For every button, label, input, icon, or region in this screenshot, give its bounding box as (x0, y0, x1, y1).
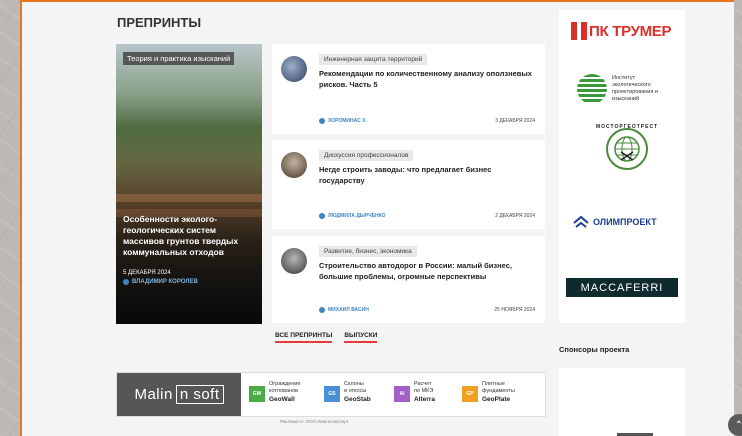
article-author[interactable]: ХОРОМИНАС Х. (319, 118, 367, 124)
featured-author-name: ВЛАДИМИР КОРОЛЕВ (132, 279, 198, 285)
sponsors-title: Спонсоры проекта (559, 345, 630, 354)
partners-sidebar: ПК ТРУМЕР Институт экологического проект… (559, 10, 685, 323)
globe-grid-icon (614, 136, 640, 162)
article-title[interactable]: Рекомендации по количественному анализу … (319, 68, 534, 90)
author-icon (319, 307, 325, 313)
article-author[interactable]: МИХАИЛ ВАСИН (319, 307, 369, 313)
brand-right: n soft (175, 385, 224, 404)
author-icon (123, 279, 129, 285)
trumer-mark-icon (571, 22, 587, 40)
mostorgeotrest-logo[interactable] (606, 128, 648, 170)
article-card[interactable]: Инженерная защита территорий Рекомендаци… (272, 44, 545, 134)
trumer-logo[interactable]: ПК ТРУМЕР (571, 22, 672, 40)
all-preprints-link[interactable]: ВСЕ ПРЕПРИНТЫ (275, 332, 333, 343)
article-date: 3 ДЕКАБРЯ 2024 (495, 118, 535, 124)
product-text: Склоны и откосы GeoStab (344, 381, 371, 403)
olimproekt-logo[interactable]: ОЛИМПРОЕКТ (573, 215, 657, 229)
featured-tag[interactable]: Теория и практика изысканий (123, 52, 235, 65)
product-line1: Склоны (344, 381, 364, 387)
malin-soft-logo[interactable]: Malin n soft (117, 373, 241, 416)
product-name: GeoWall (269, 396, 295, 403)
brand-left: Malin (134, 386, 173, 403)
product-alterra[interactable]: AI Расчет по МКЭ Alterra (394, 381, 435, 403)
preprint-links: ВСЕ ПРЕПРИНТЫ ВЫПУСКИ (275, 332, 378, 343)
article-date: 2 ДЕКАБРЯ 2024 (495, 213, 535, 219)
product-text: Расчет по МКЭ Alterra (414, 381, 435, 403)
featured-date: 5 ДЕКАБРЯ 2024 (123, 270, 171, 276)
author-icon (319, 213, 325, 219)
product-line2: по МКЭ (414, 388, 434, 394)
article-thumbnail (281, 248, 307, 274)
product-geoplate[interactable]: GP Плитные фундаменты GeoPlate (462, 381, 515, 403)
product-badge: AI (394, 386, 410, 402)
article-card[interactable]: Развитие, бизнес, экономика Строительств… (272, 236, 545, 323)
field-stripe (116, 194, 262, 202)
institute-name: Институт экологического проектирования и… (612, 75, 658, 102)
olimp-mark-icon (573, 215, 589, 228)
product-line2: котлованов (269, 388, 299, 394)
product-name: GeoStab (344, 396, 371, 403)
article-card[interactable]: Дискуссия профессионалов Негде строить з… (272, 140, 545, 229)
product-name: Alterra (414, 396, 435, 403)
ad-note: Реклама 0+ ООО Инжгеоэксперт (280, 419, 349, 424)
article-title[interactable]: Негде строить заводы: что предлагает биз… (319, 164, 534, 186)
article-author-name: ХОРОМИНАС Х. (328, 118, 367, 124)
featured-title[interactable]: Особенности эколого-геологических систем… (123, 214, 257, 258)
product-text: Ограждение котлованов GeoWall (269, 381, 301, 403)
article-thumbnail (281, 56, 307, 82)
section-title: ПРЕПРИНТЫ (117, 15, 202, 30)
article-author[interactable]: ЛЮДМИЛА ДЫРЧЕНКО (319, 213, 386, 219)
product-geostab[interactable]: GS Склоны и откосы GeoStab (324, 381, 371, 403)
article-thumbnail (281, 152, 307, 178)
trumer-name: ПК ТРУМЕР (589, 22, 672, 40)
content-frame: ПРЕПРИНТЫ Теория и практика изысканий Ос… (20, 0, 734, 436)
product-badge: GW (249, 386, 265, 402)
article-tag[interactable]: Инженерная защита территорий (319, 54, 428, 65)
sponsor-box (559, 368, 685, 436)
maccaferri-logo[interactable]: MACCAFERRI (566, 278, 678, 297)
article-tag[interactable]: Развитие, бизнес, экономика (319, 246, 417, 257)
green-globe-icon (577, 74, 607, 104)
issues-link[interactable]: ВЫПУСКИ (344, 332, 378, 343)
article-date: 25 НОЯБРЯ 2024 (494, 307, 535, 313)
product-text: Плитные фундаменты GeoPlate (482, 381, 515, 403)
product-badge: GP (462, 386, 478, 402)
chevron-up-icon: ⌃ (734, 419, 742, 431)
featured-author[interactable]: ВЛАДИМИР КОРОЛЕВ (123, 279, 198, 285)
product-line1: Плитные (482, 381, 505, 387)
article-author-name: МИХАИЛ ВАСИН (328, 307, 369, 313)
product-line1: Ограждение (269, 381, 301, 387)
article-title[interactable]: Строительство автодорог в России: малый … (319, 260, 534, 282)
product-name: GeoPlate (482, 396, 511, 403)
product-line1: Расчет (414, 381, 432, 387)
institute-logo[interactable]: Институт экологического проектирования и… (577, 74, 668, 104)
author-icon (319, 118, 325, 124)
product-line2: и откосы (344, 388, 367, 394)
article-author-name: ЛЮДМИЛА ДЫРЧЕНКО (328, 213, 386, 219)
featured-article[interactable]: Теория и практика изысканий Особенности … (116, 44, 262, 324)
product-line2: фундаменты (482, 388, 515, 394)
product-geowall[interactable]: GW Ограждение котлованов GeoWall (249, 381, 301, 403)
article-tag[interactable]: Дискуссия профессионалов (319, 150, 414, 161)
ad-banner[interactable]: Malin n soft GW Ограждение котлованов Ge… (116, 372, 546, 417)
olimp-name: ОЛИМПРОЕКТ (593, 217, 657, 227)
product-badge: GS (324, 386, 340, 402)
